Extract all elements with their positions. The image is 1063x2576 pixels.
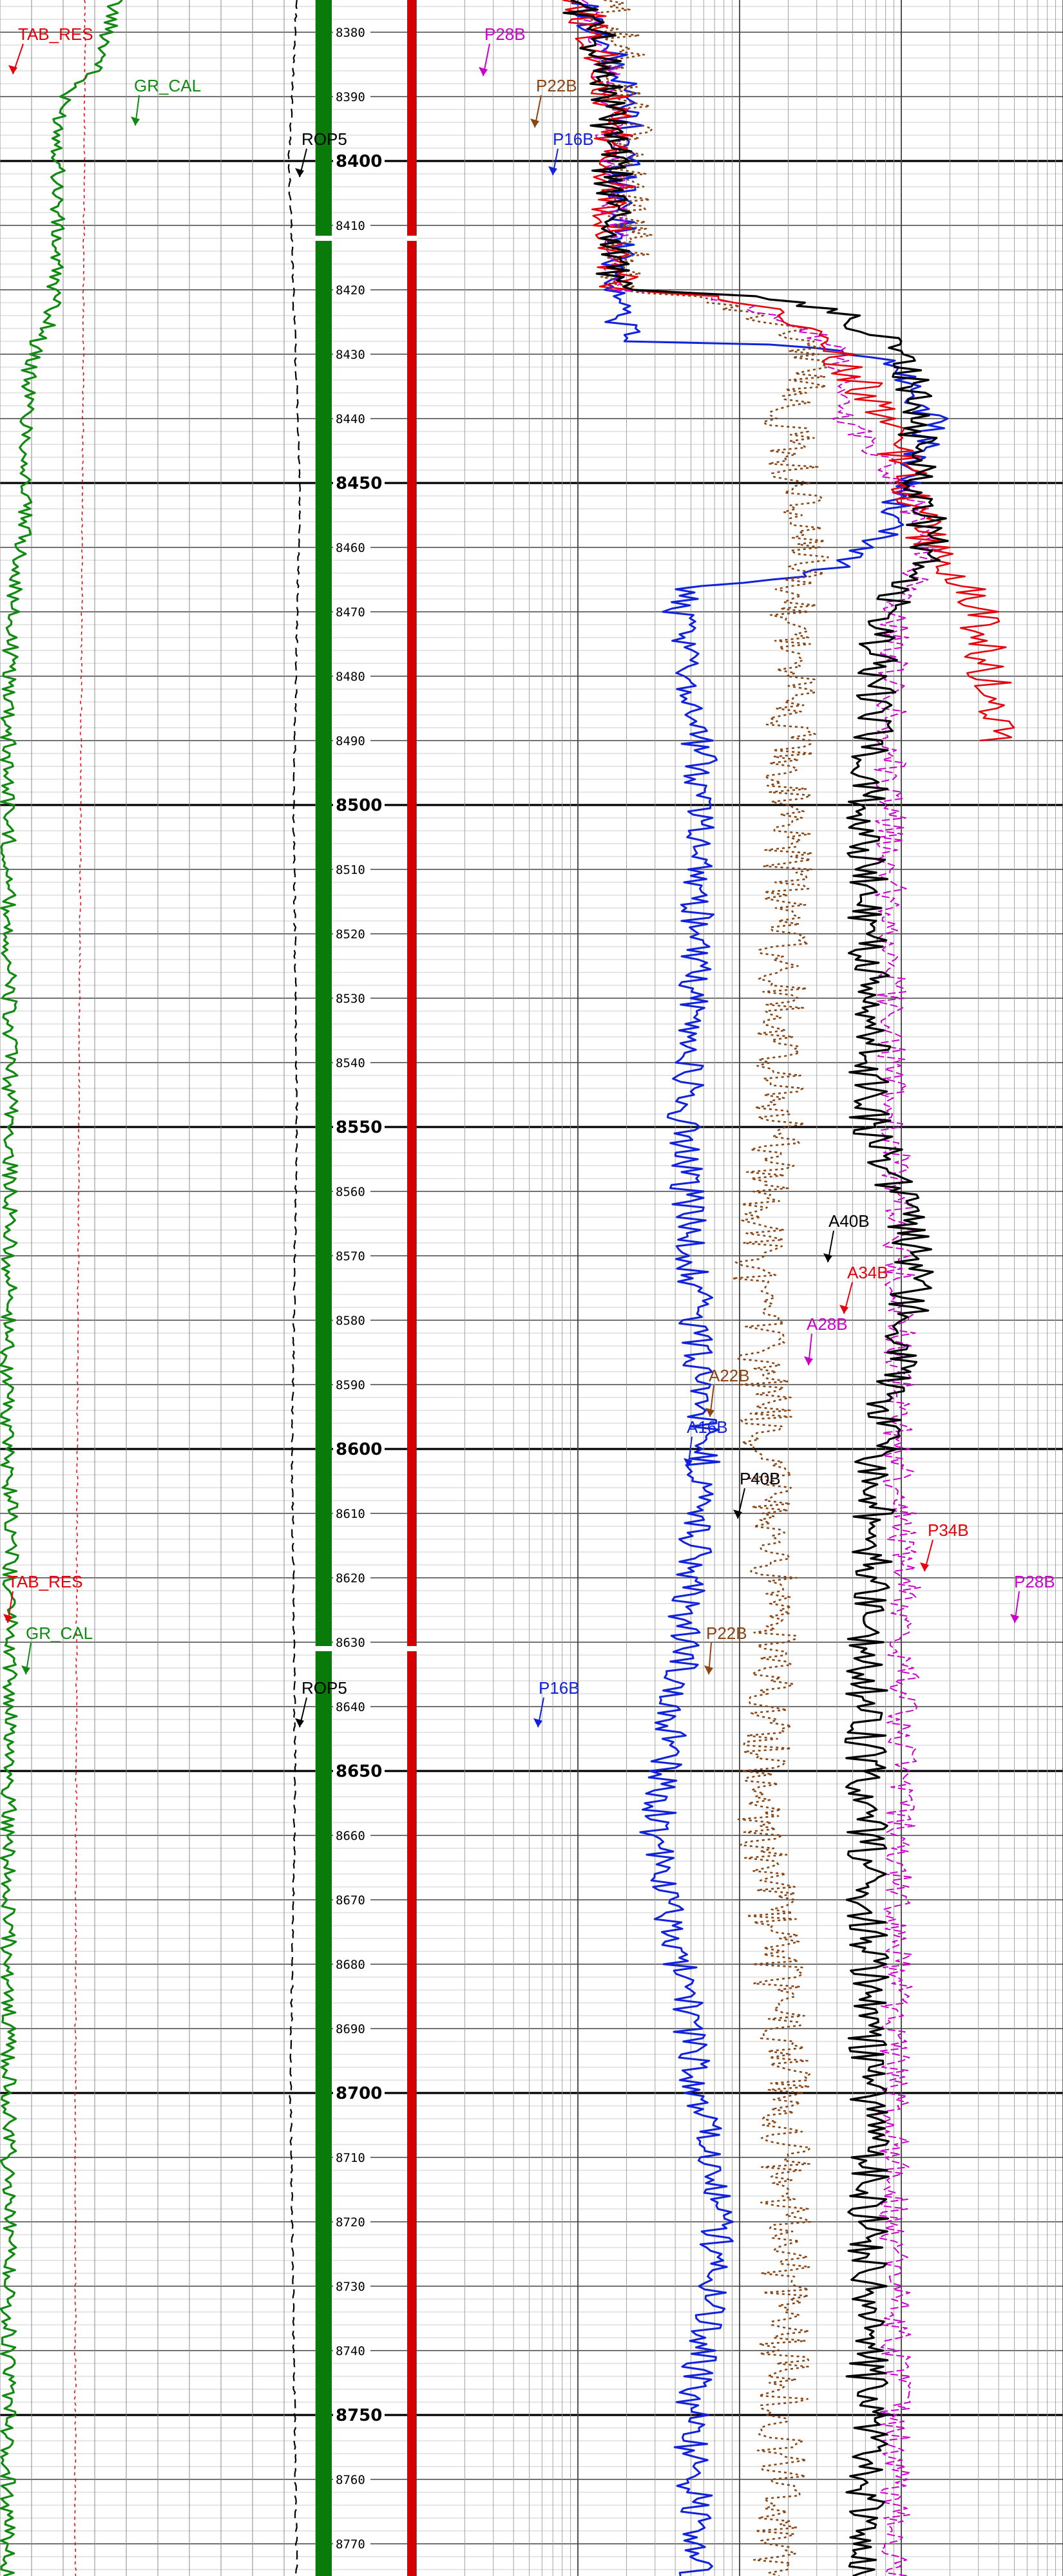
annotation-arrow (295, 168, 304, 177)
curve-annotation: A16B (687, 1417, 728, 1437)
depth-label: 8500 (336, 796, 382, 815)
annotation-arrow (1010, 1614, 1019, 1623)
curve-annotation: P28B (484, 24, 526, 44)
depth-label: 8510 (336, 863, 365, 877)
depth-label: 8740 (336, 2344, 365, 2358)
curve-annotation: A22B (709, 1366, 750, 1385)
curve-annotation: GR_CAL (26, 1624, 93, 1643)
depth-label: 8410 (336, 219, 365, 233)
depth-label: 8590 (336, 1378, 365, 1392)
curve-rop5 (287, 0, 302, 2576)
curve-annotation: ROP5 (302, 129, 347, 149)
depth-track-gap (314, 236, 333, 241)
depth-label: 8770 (336, 2537, 365, 2552)
depth-label: 8670 (336, 1893, 365, 1908)
annotation-arrow (530, 118, 539, 128)
depth-label: 8620 (336, 1571, 365, 1586)
curve-annotation: TAB_RES (8, 1572, 83, 1591)
curve-p28b (579, 0, 943, 2576)
depth-label: 8550 (336, 1118, 382, 1137)
curve-annotation: P40B (740, 1469, 781, 1488)
annotation-arrow (804, 1356, 813, 1365)
depth-label: 8760 (336, 2473, 365, 2487)
depth-label: 8480 (336, 670, 365, 684)
depth-label: 8430 (336, 348, 365, 362)
depth-label: 8470 (336, 605, 365, 620)
curve-annotation: P16B (539, 1678, 580, 1698)
curve-annotation: TAB_RES (18, 24, 93, 44)
depth-label: 8560 (336, 1185, 365, 1199)
depth-label: 8420 (336, 283, 365, 298)
grid-layer (0, 0, 1063, 2576)
curve-annotation: A34B (847, 1263, 888, 1282)
curve-annotation: ROP5 (302, 1678, 347, 1698)
depth-label: 8440 (336, 412, 365, 426)
depth-label: 8530 (336, 992, 365, 1006)
annotation-arrow (131, 117, 140, 126)
depth-label: 8580 (336, 1314, 365, 1328)
depth-label: 8700 (336, 2084, 382, 2103)
curve-annotation: A40B (828, 1211, 870, 1231)
depth-label: 8680 (336, 1958, 365, 1972)
curve-annotation: P16B (553, 129, 594, 149)
curve-tab-res (73, 0, 86, 2576)
annotation-arrow (733, 1510, 742, 1519)
curve-annotation: P34B (928, 1520, 969, 1540)
depth-label: 8650 (336, 1762, 382, 1781)
curve-annotation: GR_CAL (134, 76, 201, 95)
depth-label: 8460 (336, 541, 365, 555)
annotation-arrow (705, 1408, 714, 1417)
curve-layer (0, 0, 1015, 2576)
depth-label: 8730 (336, 2280, 365, 2294)
depth-label: 8570 (336, 1249, 365, 1264)
depth-label: 8660 (336, 1829, 365, 1843)
annotation-arrow (839, 1305, 848, 1314)
curve-annotation: A28B (807, 1314, 848, 1334)
depth-label: 8390 (336, 90, 365, 104)
depth-label: 8380 (336, 26, 365, 40)
depth-track (316, 0, 332, 2576)
curve-p16b (571, 0, 949, 2576)
depth-label: 8710 (336, 2151, 365, 2165)
depth-label: 8520 (336, 927, 365, 942)
depth-track-gap (314, 1646, 333, 1651)
curve-annotation: P22B (706, 1624, 747, 1643)
depth-label: 8640 (336, 1700, 365, 1714)
depth-label: 8540 (336, 1056, 365, 1070)
curve-annotation: P28B (1014, 1572, 1055, 1591)
depth-label: 8610 (336, 1507, 365, 1521)
annotation-arrow (479, 67, 488, 76)
annotation-arrow (21, 1665, 30, 1674)
depth-label: 8600 (336, 1440, 382, 1459)
well-log-chart: 8380 8390 8400 8410 8420 8430 8440 8450 8460 8470… (0, 0, 1063, 2576)
depth-label: 8490 (336, 734, 365, 748)
curve-gr-cal (0, 0, 123, 2576)
depth-label: 8690 (336, 2022, 365, 2036)
separator-gap (406, 1646, 417, 1651)
annotation-arrow (704, 1665, 713, 1674)
track-separator (407, 0, 416, 2576)
depth-label: 8450 (336, 474, 382, 493)
separator-gap (406, 236, 417, 241)
label-layer: 8380 8390 8400 8410 8420 8430 8440 8450 8460 8470… (333, 25, 385, 2552)
track-layer (314, 0, 417, 2576)
depth-label: 8720 (336, 2215, 365, 2230)
annotation-arrow (920, 1562, 929, 1571)
depth-label: 8400 (336, 152, 382, 171)
depth-label: 8750 (336, 2406, 382, 2425)
depth-label: 8630 (336, 1636, 365, 1650)
annotation-arrow (823, 1253, 832, 1262)
curve-annotation: P22B (536, 76, 577, 95)
